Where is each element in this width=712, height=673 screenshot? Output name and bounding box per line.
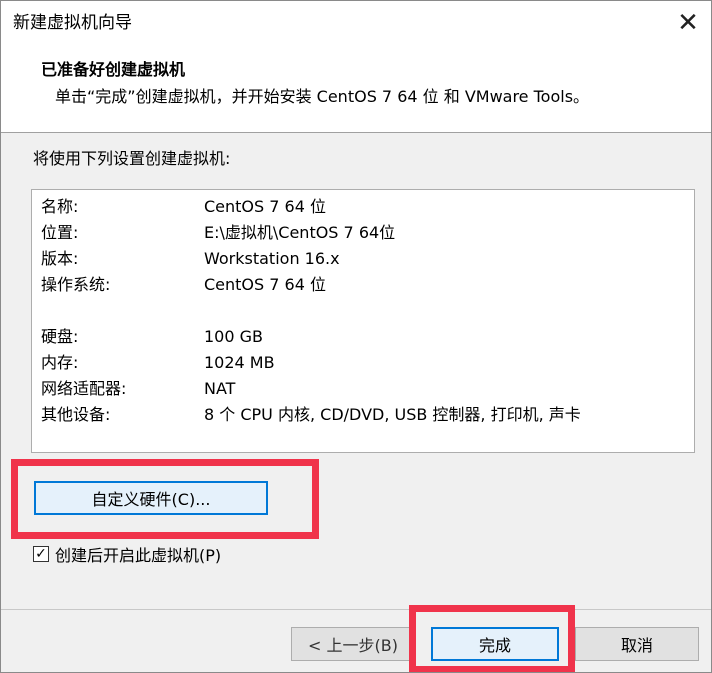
summary-value: 8 个 CPU 内核, CD/DVD, USB 控制器, 打印机, 声卡 bbox=[204, 405, 581, 424]
summary-row-os: 操作系统: CentOS 7 64 位 bbox=[32, 272, 692, 298]
summary-value: Workstation 16.x bbox=[204, 249, 340, 268]
window-title: 新建虚拟机向导 bbox=[13, 13, 132, 33]
settings-intro-label: 将使用下列设置创建虚拟机: bbox=[33, 149, 231, 168]
settings-summary-list[interactable]: 名称: CentOS 7 64 位 位置: E:\虚拟机\CentOS 7 64… bbox=[31, 189, 695, 453]
summary-label: 版本: bbox=[41, 249, 79, 268]
title-bar: 新建虚拟机向导 ✕ bbox=[1, 1, 711, 45]
summary-row-location: 位置: E:\虚拟机\CentOS 7 64位 bbox=[32, 220, 692, 246]
power-on-label[interactable]: 创建后开启此虚拟机(P) bbox=[55, 542, 221, 566]
header-subtitle: 单击“完成”创建虚拟机，并开始安装 CentOS 7 64 位 和 VMware… bbox=[55, 87, 590, 106]
back-button[interactable]: < 上一步(B) bbox=[291, 627, 415, 661]
summary-value: NAT bbox=[204, 379, 236, 398]
checkmark-icon: ✓ bbox=[35, 546, 47, 562]
button-bar-divider bbox=[1, 609, 711, 610]
header-title: 已准备好创建虚拟机 bbox=[41, 60, 186, 79]
summary-row-other-devices: 其他设备: 8 个 CPU 内核, CD/DVD, USB 控制器, 打印机, … bbox=[32, 402, 692, 428]
summary-value: CentOS 7 64 位 bbox=[204, 197, 326, 216]
customize-hardware-button[interactable]: 自定义硬件(C)... bbox=[34, 481, 268, 515]
close-button[interactable]: ✕ bbox=[665, 1, 711, 45]
summary-row-version: 版本: Workstation 16.x bbox=[32, 246, 692, 272]
summary-label: 硬盘: bbox=[41, 327, 79, 346]
summary-label: 名称: bbox=[41, 197, 79, 216]
summary-value: 100 GB bbox=[204, 327, 263, 346]
summary-value: E:\虚拟机\CentOS 7 64位 bbox=[204, 223, 396, 242]
summary-row-memory: 内存: 1024 MB bbox=[32, 350, 692, 376]
summary-label: 操作系统: bbox=[41, 275, 111, 294]
summary-label: 内存: bbox=[41, 353, 79, 372]
summary-row-disk: 硬盘: 100 GB bbox=[32, 324, 692, 350]
wizard-header: 已准备好创建虚拟机 单击“完成”创建虚拟机，并开始安装 CentOS 7 64 … bbox=[1, 45, 711, 133]
close-icon: ✕ bbox=[677, 8, 699, 38]
summary-label: 位置: bbox=[41, 223, 79, 242]
summary-row-network: 网络适配器: NAT bbox=[32, 376, 692, 402]
summary-value: 1024 MB bbox=[204, 353, 275, 372]
summary-value: CentOS 7 64 位 bbox=[204, 275, 326, 294]
summary-label: 其他设备: bbox=[41, 405, 111, 424]
finish-button[interactable]: 完成 bbox=[431, 627, 559, 661]
new-vm-wizard-window: 新建虚拟机向导 ✕ 已准备好创建虚拟机 单击“完成”创建虚拟机，并开始安装 Ce… bbox=[0, 0, 712, 673]
summary-label: 网络适配器: bbox=[41, 379, 127, 398]
power-on-option[interactable]: ✓ 创建后开启此虚拟机(P) bbox=[33, 542, 221, 566]
summary-row-name: 名称: CentOS 7 64 位 bbox=[32, 194, 692, 220]
power-on-checkbox[interactable]: ✓ bbox=[33, 546, 49, 562]
cancel-button[interactable]: 取消 bbox=[575, 627, 699, 661]
